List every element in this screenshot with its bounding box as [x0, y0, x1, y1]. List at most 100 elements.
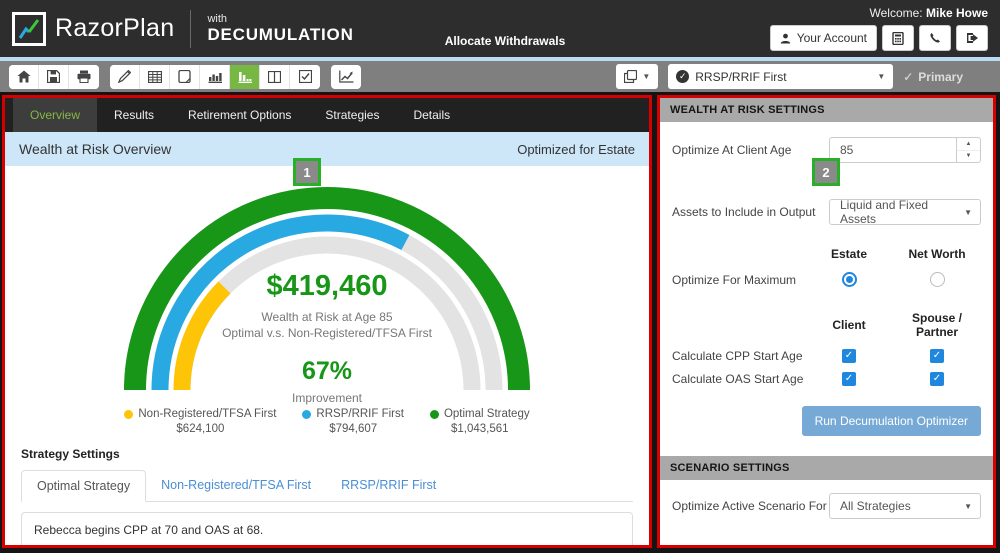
panel-title: Wealth at Risk Overview — [19, 141, 171, 157]
bar-chart-button[interactable] — [200, 65, 230, 89]
assets-select[interactable]: Liquid and Fixed Assets ▼ — [829, 199, 981, 225]
panel-header-bar: Wealth at Risk Overview Optimized for Es… — [5, 132, 649, 166]
data-table-button[interactable] — [140, 65, 170, 89]
col-networth-header: Net Worth — [893, 247, 981, 261]
brand-sub-decumulation: DECUMULATION — [207, 26, 353, 44]
tab-retirement-options[interactable]: Retirement Options — [171, 98, 308, 132]
phone-button[interactable] — [919, 25, 951, 51]
scenario-select[interactable]: ✓ RRSP/RRIF First ▼ — [668, 64, 893, 89]
logo-divider — [190, 10, 191, 48]
brand-name: RazorPlan — [55, 14, 174, 43]
settings-panel: 2 WEALTH AT RISK SETTINGS Optimize At Cl… — [657, 95, 996, 548]
signout-button[interactable] — [956, 25, 988, 51]
home-button[interactable] — [9, 65, 39, 89]
strategy-settings-heading: Strategy Settings — [21, 447, 633, 461]
checklist-button[interactable] — [290, 65, 320, 89]
gauge-improvement-label: Improvement — [167, 391, 487, 405]
strategy-tabs: Optimal Strategy Non-Registered/TFSA Fir… — [21, 470, 633, 502]
legend-dot-yellow-icon — [124, 410, 133, 419]
panel-subtitle: Optimized for Estate — [517, 142, 635, 157]
legend-label: Non-Registered/TFSA First — [138, 408, 276, 420]
scenario-select-value: RRSP/RRIF First — [695, 70, 786, 84]
wand-icon — [118, 70, 131, 83]
checkbox-icon — [299, 70, 312, 83]
col-client-header: Client — [805, 318, 893, 332]
user-icon — [780, 33, 791, 44]
run-optimizer-button[interactable]: Run Decumulation Optimizer — [802, 406, 981, 436]
wand-button[interactable] — [110, 65, 140, 89]
spinner-up-icon[interactable]: ▲ — [957, 138, 980, 151]
checkbox-oas-client[interactable]: ✓ — [842, 372, 856, 386]
tab-results[interactable]: Results — [97, 98, 171, 132]
strategy-tab-nonreg[interactable]: Non-Registered/TFSA First — [146, 470, 326, 501]
col-estate-header: Estate — [805, 247, 893, 261]
assets-label: Assets to Include in Output — [672, 205, 815, 219]
calculator-button[interactable] — [882, 25, 914, 51]
wealth-settings-header: WEALTH AT RISK SETTINGS — [660, 98, 993, 122]
legend-value: $624,100 — [124, 423, 276, 435]
gauge-legend: Non-Registered/TFSA First $624,100 RRSP/… — [5, 408, 649, 435]
save-icon — [47, 70, 60, 83]
legend-dot-green-icon — [430, 410, 439, 419]
primary-check-icon: ✓ — [903, 70, 913, 84]
signout-icon — [966, 32, 979, 44]
oas-label: Calculate OAS Start Age — [672, 372, 805, 386]
columns-button[interactable] — [260, 65, 290, 89]
main-tabbar: Overview Results Retirement Options Stra… — [5, 98, 649, 132]
page-icon — [178, 70, 191, 83]
toolbar-group-file — [9, 65, 99, 89]
print-button[interactable] — [69, 65, 99, 89]
optimize-age-spinner: ▲ ▼ — [956, 138, 980, 162]
legend-label: RRSP/RRIF First — [316, 408, 404, 420]
bar-chart-icon — [208, 70, 222, 83]
save-button[interactable] — [39, 65, 69, 89]
tab-details[interactable]: Details — [396, 98, 467, 132]
your-account-button[interactable]: Your Account — [770, 25, 877, 51]
scenario-for-label: Optimize Active Scenario For — [672, 499, 827, 513]
line-chart-button[interactable] — [331, 65, 361, 89]
gauge-center-text: $419,460 Wealth at Risk at Age 85 Optima… — [167, 270, 487, 405]
scenario-settings-header: SCENARIO SETTINGS — [660, 456, 993, 480]
wealth-at-risk-panel: 1 Overview Results Retirement Options St… — [2, 95, 652, 548]
primary-toggle[interactable]: ✓ Primary — [903, 70, 963, 84]
scenario-for-value: All Strategies — [840, 499, 911, 513]
optimize-age-input[interactable]: 85 ▲ ▼ — [829, 137, 981, 163]
wealth-gauge: $419,460 Wealth at Risk at Age 85 Optima… — [5, 166, 649, 406]
legend-item-rrsp: RRSP/RRIF First $794,607 — [302, 408, 404, 435]
gauge-improvement-value: 67% — [167, 357, 487, 386]
report-page-button[interactable] — [170, 65, 200, 89]
optimize-age-value[interactable]: 85 — [830, 138, 956, 162]
calculator-icon — [892, 32, 904, 45]
sorted-bars-icon — [238, 70, 252, 83]
print-icon — [77, 70, 91, 83]
checkbox-oas-spouse[interactable]: ✓ — [930, 372, 944, 386]
wealth-at-risk-button[interactable] — [230, 65, 260, 89]
copy-scenario-button[interactable]: ▼ — [616, 64, 658, 89]
home-icon — [17, 70, 31, 83]
page-title: Allocate Withdrawals — [445, 34, 566, 48]
legend-value: $1,043,561 — [430, 423, 530, 435]
welcome-text: Welcome: Mike Howe — [870, 6, 989, 20]
tab-overview[interactable]: Overview — [13, 98, 97, 132]
toolbar-group-chart — [331, 65, 361, 89]
checkbox-cpp-client[interactable]: ✓ — [842, 349, 856, 363]
strategy-note: Rebecca begins CPP at 70 and OAS at 68. — [21, 512, 633, 548]
radio-networth[interactable] — [930, 272, 945, 287]
checkbox-cpp-spouse[interactable]: ✓ — [930, 349, 944, 363]
scenario-select-caret-icon: ▼ — [877, 72, 885, 81]
strategy-settings-section: Strategy Settings Optimal Strategy Non-R… — [5, 435, 649, 548]
radio-estate[interactable] — [842, 272, 857, 287]
strategy-tab-optimal[interactable]: Optimal Strategy — [21, 470, 146, 502]
tab-strategies[interactable]: Strategies — [308, 98, 396, 132]
table-icon — [148, 71, 162, 83]
assets-select-value: Liquid and Fixed Assets — [840, 198, 964, 226]
legend-item-optimal: Optimal Strategy $1,043,561 — [430, 408, 530, 435]
scenario-for-select[interactable]: All Strategies ▼ — [829, 493, 981, 519]
line-chart-icon — [339, 70, 354, 83]
gauge-caption-2: Optimal v.s. Non-Registered/TFSA First — [167, 325, 487, 341]
spinner-down-icon[interactable]: ▼ — [957, 151, 980, 163]
strategy-tab-rrsp[interactable]: RRSP/RRIF First — [326, 470, 451, 501]
cpp-label: Calculate CPP Start Age — [672, 349, 805, 363]
toolbar: ▼ ✓ RRSP/RRIF First ▼ ✓ Primary — [0, 61, 1000, 92]
legend-value: $794,607 — [302, 423, 404, 435]
